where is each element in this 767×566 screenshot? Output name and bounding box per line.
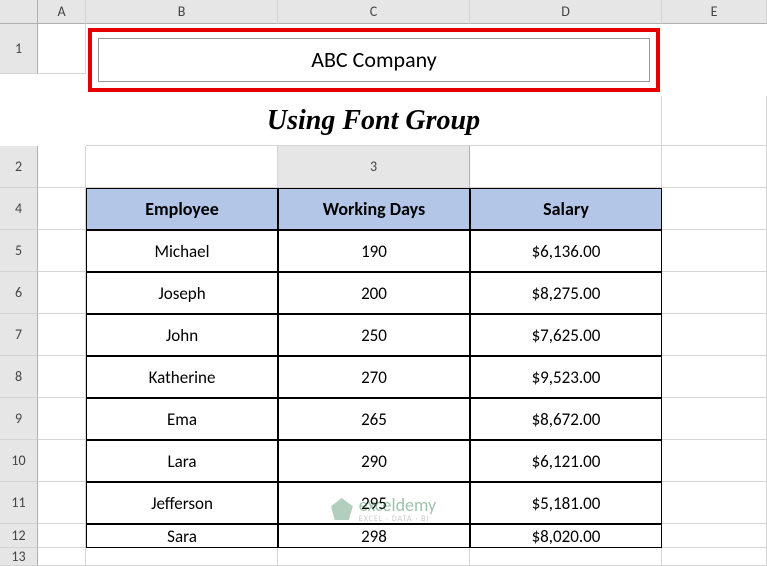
col-header-a[interactable]: A — [38, 0, 86, 24]
row-header-6[interactable]: 6 — [0, 272, 38, 314]
table-row[interactable]: $6,136.00 — [470, 230, 662, 272]
cell-e1[interactable] — [662, 96, 767, 146]
cell-a5[interactable] — [38, 230, 86, 272]
table-row[interactable]: $5,181.00 — [470, 482, 662, 524]
spreadsheet-grid: A B C D E 1 Using Font Group 2 ABC Compa… — [0, 0, 767, 566]
cell-a11[interactable] — [38, 482, 86, 524]
company-merged-cell[interactable]: ABC Company — [86, 24, 662, 96]
cell-e5[interactable] — [662, 230, 767, 272]
table-row[interactable]: $9,523.00 — [470, 356, 662, 398]
row-header-3[interactable]: 3 — [278, 146, 470, 188]
cell-e10[interactable] — [662, 440, 767, 482]
cell-d13[interactable] — [470, 548, 662, 566]
cell-a10[interactable] — [38, 440, 86, 482]
cell-e8[interactable] — [662, 356, 767, 398]
table-row[interactable]: 270 — [278, 356, 470, 398]
cell-e3[interactable] — [662, 146, 767, 188]
row-header-11[interactable]: 11 — [0, 482, 38, 524]
table-row[interactable]: Ema — [86, 398, 278, 440]
cell-e2[interactable] — [86, 146, 278, 188]
row-header-5[interactable]: 5 — [0, 230, 38, 272]
page-title[interactable]: Using Font Group — [86, 96, 662, 146]
corner-cell[interactable] — [0, 0, 38, 24]
table-row[interactable]: 298 — [278, 524, 470, 548]
cell-a8[interactable] — [38, 356, 86, 398]
table-row[interactable]: John — [86, 314, 278, 356]
cell-e13[interactable] — [662, 548, 767, 566]
table-row[interactable]: 290 — [278, 440, 470, 482]
table-row[interactable]: $8,020.00 — [470, 524, 662, 548]
table-row[interactable]: 200 — [278, 272, 470, 314]
cell-e11[interactable] — [662, 482, 767, 524]
cell-e6[interactable] — [662, 272, 767, 314]
table-row[interactable]: Sara — [86, 524, 278, 548]
cell-e7[interactable] — [662, 314, 767, 356]
cell-e12[interactable] — [662, 524, 767, 548]
cell-a9[interactable] — [38, 398, 86, 440]
cell-a2[interactable] — [38, 146, 86, 188]
col-header-e[interactable]: E — [662, 0, 767, 24]
col-header-d[interactable]: D — [470, 0, 662, 24]
cell-b13[interactable] — [86, 548, 278, 566]
watermark-sub: EXCEL · DATA · BI — [359, 514, 436, 524]
table-row[interactable]: 265 — [278, 398, 470, 440]
row-header-7[interactable]: 7 — [0, 314, 38, 356]
cell-c13[interactable] — [278, 548, 470, 566]
table-row[interactable]: Katherine — [86, 356, 278, 398]
cell-a12[interactable] — [38, 524, 86, 548]
col-header-b[interactable]: B — [86, 0, 278, 24]
cell-e4[interactable] — [662, 188, 767, 230]
row-header-8[interactable]: 8 — [0, 356, 38, 398]
table-row[interactable]: $8,275.00 — [470, 272, 662, 314]
table-row[interactable]: Joseph — [86, 272, 278, 314]
table-row[interactable]: $7,625.00 — [470, 314, 662, 356]
header-salary[interactable]: Salary — [470, 188, 662, 230]
cell-a1[interactable] — [38, 24, 86, 74]
company-name: ABC Company — [98, 38, 651, 83]
table-row[interactable]: Jefferson — [86, 482, 278, 524]
table-row[interactable]: 190 — [278, 230, 470, 272]
table-row[interactable]: $8,672.00 — [470, 398, 662, 440]
table-row[interactable]: Lara — [86, 440, 278, 482]
row-header-10[interactable]: 10 — [0, 440, 38, 482]
cell-a7[interactable] — [38, 314, 86, 356]
cell-a13[interactable] — [38, 548, 86, 566]
header-days[interactable]: Working Days — [278, 188, 470, 230]
cell-e9[interactable] — [662, 398, 767, 440]
table-row[interactable]: 250 — [278, 314, 470, 356]
col-header-c[interactable]: C — [278, 0, 470, 24]
row-header-4[interactable]: 4 — [0, 188, 38, 230]
logo-icon — [331, 498, 353, 520]
cell-a3[interactable] — [470, 146, 662, 188]
row-header-1[interactable]: 1 — [0, 24, 38, 74]
selection-highlight: ABC Company — [88, 28, 660, 92]
table-row[interactable]: $6,121.00 — [470, 440, 662, 482]
cell-a6[interactable] — [38, 272, 86, 314]
watermark-text: exceldemy — [359, 494, 436, 516]
header-employee[interactable]: Employee — [86, 188, 278, 230]
row-header-2[interactable]: 2 — [0, 146, 38, 188]
table-row[interactable]: Michael — [86, 230, 278, 272]
row-header-9[interactable]: 9 — [0, 398, 38, 440]
cell-a4[interactable] — [38, 188, 86, 230]
row-header-12[interactable]: 12 — [0, 524, 38, 548]
watermark: exceldemy EXCEL · DATA · BI — [331, 494, 436, 524]
row-header-13[interactable]: 13 — [0, 548, 38, 566]
